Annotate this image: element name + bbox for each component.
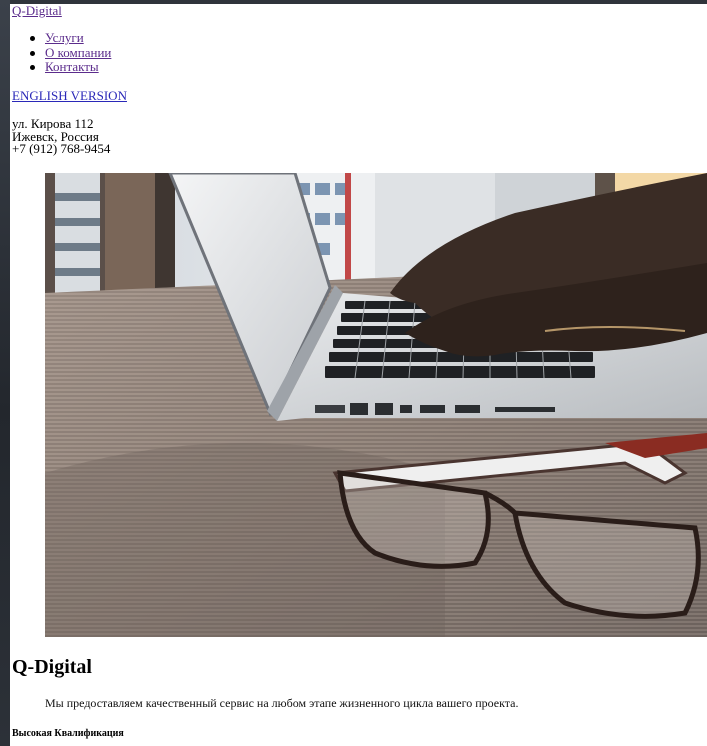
nav-link-contacts[interactable]: Контакты — [45, 59, 99, 74]
english-version-link[interactable]: ENGLISH VERSION — [12, 88, 127, 104]
nav-link-about[interactable]: О компании — [45, 45, 111, 60]
nav-item-contacts: Контакты — [28, 59, 111, 75]
nav-item-services: Услуги — [28, 30, 111, 46]
hero-image — [45, 173, 707, 637]
web-page: Q-Digital Услуги О компании Контакты ENG… — [10, 4, 707, 746]
nav-link-services[interactable]: Услуги — [45, 30, 84, 45]
lead-paragraph: Мы предоставляем качественный сервис на … — [45, 696, 519, 710]
window-frame-left — [0, 0, 10, 746]
feature-heading: Высокая Квалификация — [12, 728, 124, 739]
page-title: Q-Digital — [12, 656, 92, 678]
hero-photo-laptop — [45, 173, 707, 637]
brand-link[interactable]: Q-Digital — [12, 4, 62, 19]
nav-item-about: О компании — [28, 45, 111, 61]
address-phone: +7 (912) 768-9454 — [12, 141, 111, 157]
contact-address: ул. Кирова 112 Ижевск, Россия +7 (912) 7… — [12, 116, 111, 157]
address-street: ул. Кирова 112 — [12, 116, 94, 131]
main-nav: Услуги О компании Контакты — [28, 30, 111, 75]
